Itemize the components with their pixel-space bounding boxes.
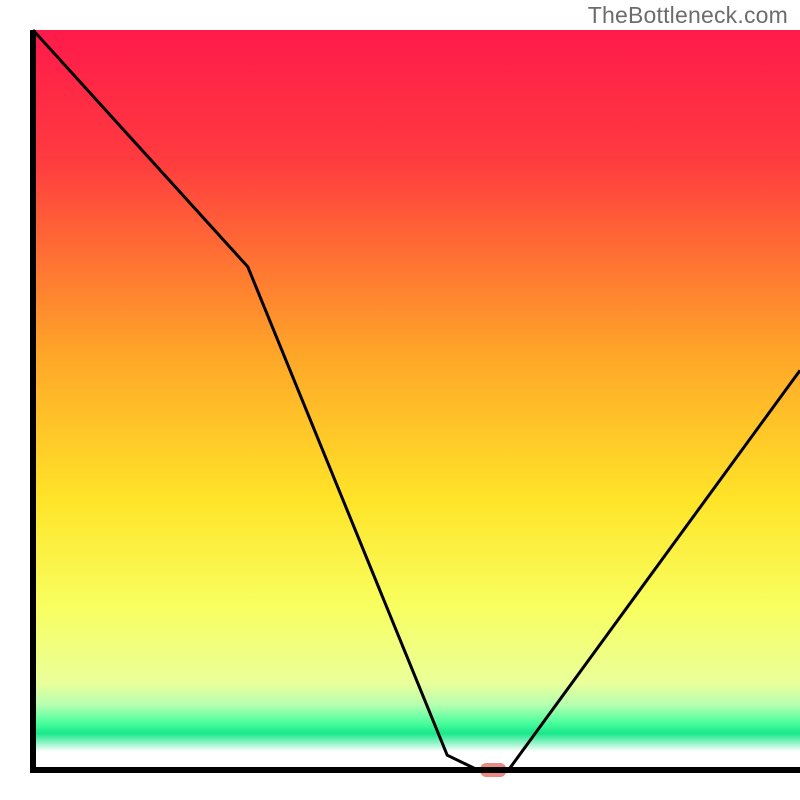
bottleneck-chart	[0, 0, 800, 800]
chart-container: TheBottleneck.com	[0, 0, 800, 800]
watermark-text: TheBottleneck.com	[588, 2, 788, 29]
